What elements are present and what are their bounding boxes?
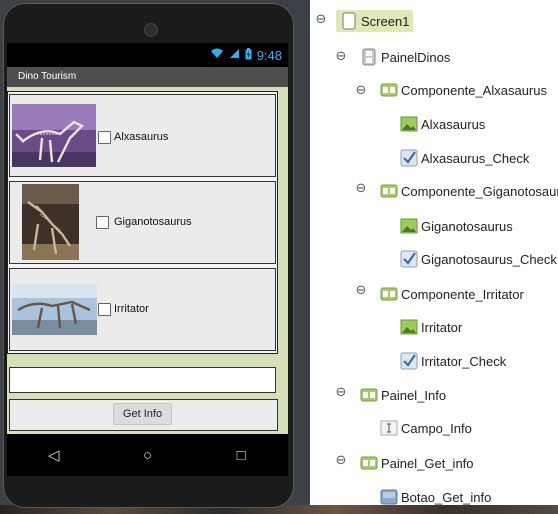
battery-icon bbox=[245, 47, 252, 63]
status-bar: 9:48 bbox=[7, 43, 288, 67]
giganotosaurus-image bbox=[22, 184, 79, 260]
tree-item-label: Componente_Giganotosaurus bbox=[401, 183, 558, 199]
alxasaurus-check-label: Alxasaurus bbox=[114, 131, 169, 143]
get-info-button[interactable]: Get Info bbox=[113, 403, 172, 425]
tree-item-label: PainelDinos bbox=[381, 49, 451, 65]
tree-item-alxasaurus-check[interactable]: Alxasaurus_Check bbox=[400, 143, 529, 173]
tree-item-label: Giganotosaurus bbox=[421, 218, 513, 234]
collapse-toggle-icon[interactable]: ⊖ bbox=[355, 83, 367, 96]
tree-item-painel-info[interactable]: Painel_Info bbox=[360, 380, 446, 410]
tree-item-label: Componente_Irritator bbox=[401, 286, 524, 302]
home-icon[interactable]: ○ bbox=[127, 447, 167, 464]
checkbox-icon bbox=[400, 149, 418, 167]
horizontal-arrangement-icon bbox=[380, 83, 398, 97]
collapse-toggle-icon[interactable]: ⊖ bbox=[355, 283, 367, 296]
giganotosaurus-check[interactable] bbox=[96, 216, 109, 229]
horizontal-arrangement-icon bbox=[360, 456, 378, 470]
image-icon bbox=[400, 116, 418, 132]
dino-row-irritator: Irritator bbox=[9, 268, 276, 351]
tree-item-irritator[interactable]: Irritator bbox=[400, 312, 462, 342]
screen-icon bbox=[342, 12, 356, 30]
tree-item-giganotosaurus[interactable]: Giganotosaurus bbox=[400, 211, 513, 241]
irritator-image bbox=[12, 284, 97, 335]
app-title-bar: Dino Tourism bbox=[7, 67, 288, 87]
irritator-check[interactable] bbox=[98, 303, 111, 316]
tree-item-label: Campo_Info bbox=[401, 420, 472, 436]
tree-item-irritator-check[interactable]: Irritator_Check bbox=[400, 346, 506, 376]
tree-item-alxasaurus[interactable]: Alxasaurus bbox=[400, 109, 485, 139]
tree-item-botao-get-info[interactable]: Botao_Get_info bbox=[380, 482, 491, 505]
status-time: 9:48 bbox=[256, 47, 282, 63]
components-tree: ⊖ Screen1 ⊖ PainelDinos ⊖ Componente_Alx… bbox=[310, 0, 558, 505]
tree-item-label: Botao_Get_info bbox=[401, 489, 492, 505]
button-icon bbox=[380, 489, 398, 505]
campo-info-textbox[interactable] bbox=[9, 367, 276, 393]
checkbox-icon bbox=[400, 352, 418, 370]
textbox-icon bbox=[380, 420, 398, 436]
alxasaurus-image bbox=[12, 104, 96, 167]
back-icon[interactable]: ◁ bbox=[34, 446, 74, 464]
tree-item-label: Irritator_Check bbox=[421, 353, 507, 369]
horizontal-arrangement-icon bbox=[380, 287, 398, 301]
tree-item-label: Painel_Get_info bbox=[381, 455, 474, 471]
wifi-icon bbox=[210, 48, 224, 62]
tree-item-screen1[interactable]: Screen1 bbox=[336, 6, 414, 36]
tree-item-paineldinos[interactable]: PainelDinos bbox=[360, 42, 450, 72]
tree-item-componente-giganotosaurus[interactable]: Componente_Giganotosaurus bbox=[380, 176, 558, 206]
collapse-toggle-icon[interactable]: ⊖ bbox=[335, 385, 347, 398]
vertical-arrangement-icon bbox=[362, 48, 376, 66]
collapse-toggle-icon[interactable]: ⊖ bbox=[335, 453, 347, 466]
tree-item-campo-info[interactable]: Campo_Info bbox=[380, 413, 472, 443]
tree-item-label: Alxasaurus_Check bbox=[421, 150, 530, 166]
collapse-toggle-icon[interactable]: ⊖ bbox=[315, 12, 327, 25]
phone-camera bbox=[144, 23, 158, 37]
tree-item-componente-alxasaurus[interactable]: Componente_Alxasaurus bbox=[380, 75, 547, 105]
recents-icon[interactable]: □ bbox=[221, 447, 261, 464]
irritator-check-label: Irritator bbox=[114, 303, 149, 315]
dino-row-alxasaurus: Alxasaurus bbox=[9, 94, 276, 177]
tree-item-label: Painel_Info bbox=[381, 387, 447, 403]
checkbox-icon bbox=[400, 250, 418, 268]
app-content: Alxasaurus Giganotosaurus Irritator Get … bbox=[7, 87, 288, 434]
image-icon bbox=[400, 319, 418, 335]
tree-item-componente-irritator[interactable]: Componente_Irritator bbox=[380, 279, 524, 309]
tree-item-label: Alxasaurus bbox=[421, 116, 486, 132]
alxasaurus-check[interactable] bbox=[98, 131, 111, 144]
android-nav-bar: ◁ ○ □ bbox=[7, 434, 288, 476]
giganotosaurus-check-label: Giganotosaurus bbox=[114, 216, 192, 228]
horizontal-arrangement-icon bbox=[380, 184, 398, 198]
signal-icon bbox=[229, 48, 240, 62]
tree-item-giganotosaurus-check[interactable]: Giganotosaurus_Check bbox=[400, 244, 557, 274]
image-icon bbox=[400, 218, 418, 234]
collapse-toggle-icon[interactable]: ⊖ bbox=[335, 49, 347, 62]
horizontal-arrangement-icon bbox=[360, 388, 378, 402]
painel-dinos: Alxasaurus Giganotosaurus Irritator bbox=[7, 91, 278, 354]
tree-item-painel-get-info[interactable]: Painel_Get_info bbox=[360, 448, 474, 478]
dino-row-giganotosaurus: Giganotosaurus bbox=[9, 181, 276, 264]
tree-item-label: Giganotosaurus_Check bbox=[421, 251, 557, 267]
phone-screen: 9:48 Dino Tourism Alxasaurus Giganotosau… bbox=[7, 43, 288, 434]
tree-item-label: Screen1 bbox=[361, 13, 410, 29]
collapse-toggle-icon[interactable]: ⊖ bbox=[355, 181, 367, 194]
painel-get-info: Get Info bbox=[9, 399, 278, 431]
tree-item-label: Componente_Alxasaurus bbox=[401, 82, 547, 98]
tree-item-label: Irritator bbox=[421, 319, 463, 335]
